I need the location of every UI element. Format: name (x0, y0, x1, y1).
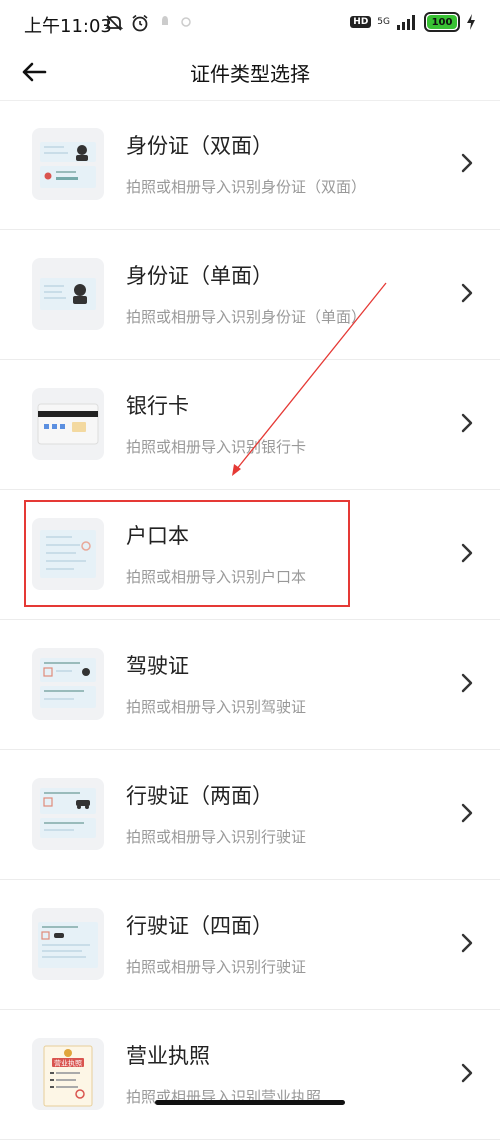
item-title: 驾驶证 (126, 654, 189, 678)
list-item-driver-license[interactable]: 驾驶证 拍照或相册导入识别驾驶证 (0, 620, 500, 750)
chevron-right-icon (461, 543, 473, 563)
highlight-box (24, 500, 350, 607)
item-title: 行驶证（四面） (126, 914, 273, 938)
list-item-business-license[interactable]: 营业执照 营业执照 拍照或相册导入识别营业执照 (0, 1010, 500, 1140)
battery-icon: 100 (424, 12, 460, 32)
header: 证件类型选择 (0, 44, 500, 101)
item-title: 银行卡 (126, 394, 189, 418)
mute-icon (104, 15, 124, 31)
id-card-icon (32, 128, 104, 200)
status-time: 上午11:03 (24, 16, 112, 37)
chevron-right-icon (461, 283, 473, 303)
network-type: 5G (377, 16, 390, 27)
item-title: 营业执照 (126, 1044, 210, 1068)
id-card-icon (32, 258, 104, 330)
alarm-icon (132, 14, 148, 32)
chevron-right-icon (461, 673, 473, 693)
chevron-right-icon (461, 153, 473, 173)
status-bar: 上午11:03 HD 5G 100 (0, 0, 500, 44)
business-license-icon: 营业执照 (32, 1038, 104, 1110)
item-subtitle: 拍照或相册导入识别行驶证 (126, 958, 307, 976)
vehicle-license-icon (32, 908, 104, 980)
item-title: 身份证（单面） (126, 264, 273, 288)
app-notification-icon (181, 17, 191, 27)
chevron-right-icon (461, 933, 473, 953)
item-title: 行驶证（两面） (126, 784, 273, 808)
list-item-vehicle-license-two[interactable]: 行驶证（两面） 拍照或相册导入识别行驶证 (0, 750, 500, 880)
item-subtitle: 拍照或相册导入识别身份证（双面） (126, 178, 367, 196)
list-item-vehicle-license-four[interactable]: 行驶证（四面） 拍照或相册导入识别行驶证 (0, 880, 500, 1010)
page-title: 证件类型选择 (190, 62, 310, 86)
chevron-right-icon (461, 1063, 473, 1083)
document-type-list: 身份证（双面） 拍照或相册导入识别身份证（双面） 身份证（单面） 拍照或相册导入… (0, 100, 500, 1140)
item-subtitle: 拍照或相册导入识别驾驶证 (126, 698, 307, 716)
list-item-id-card-single[interactable]: 身份证（单面） 拍照或相册导入识别身份证（单面） (0, 230, 500, 360)
hd-badge: HD (350, 16, 372, 28)
charging-icon (467, 14, 475, 30)
list-item-bank-card[interactable]: 银行卡 拍照或相册导入识别银行卡 (0, 360, 500, 490)
home-indicator (155, 1100, 345, 1105)
item-title: 身份证（双面） (126, 134, 273, 158)
status-right: HD 5G 100 (350, 12, 476, 32)
vehicle-license-icon (32, 778, 104, 850)
signal-icon (397, 15, 415, 30)
chevron-right-icon (461, 803, 473, 823)
svg-text:营业执照: 营业执照 (54, 1059, 82, 1068)
bank-card-icon (32, 388, 104, 460)
notification-icon (162, 16, 168, 25)
driver-license-icon (32, 648, 104, 720)
item-subtitle: 拍照或相册导入识别身份证（单面） (126, 308, 367, 326)
item-subtitle: 拍照或相册导入识别银行卡 (126, 438, 307, 456)
chevron-right-icon (461, 413, 473, 433)
battery-level: 100 (427, 15, 457, 29)
item-subtitle: 拍照或相册导入识别行驶证 (126, 828, 307, 846)
list-item-id-card-double[interactable]: 身份证（双面） 拍照或相册导入识别身份证（双面） (0, 100, 500, 230)
